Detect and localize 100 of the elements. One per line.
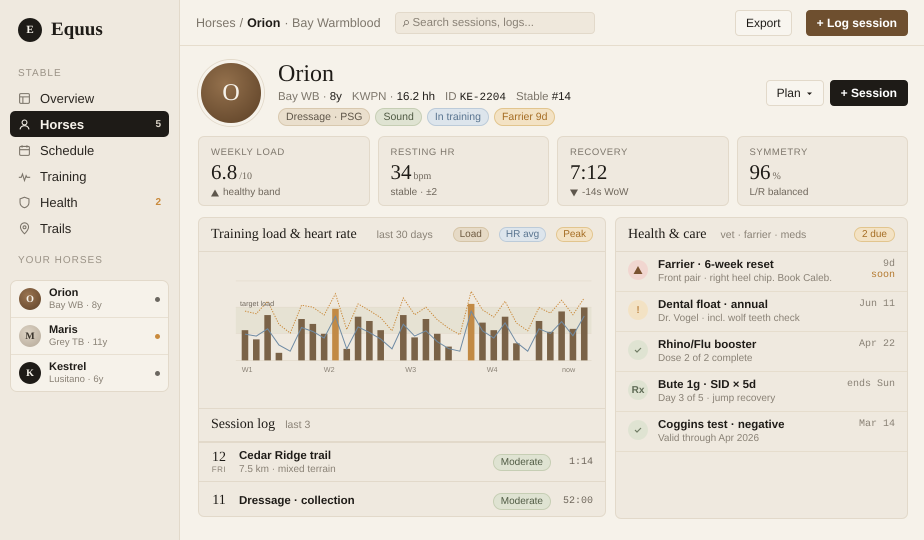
horse-name: Orion bbox=[278, 60, 335, 86]
stat-unit: /10 bbox=[239, 171, 252, 182]
item-title: Rhino/Flu booster bbox=[658, 339, 758, 351]
stat-note: stable · ±2 bbox=[390, 187, 438, 198]
nav-item[interactable]: Trails bbox=[10, 215, 169, 241]
load-bar bbox=[320, 334, 328, 360]
breadcrumb-separator: / bbox=[240, 16, 244, 30]
legend-chip: HR avg bbox=[498, 227, 546, 242]
load-bar bbox=[580, 308, 588, 360]
stat-note: healthy band bbox=[223, 187, 280, 198]
nav-item[interactable]: Training bbox=[10, 163, 169, 189]
load-bar bbox=[570, 328, 576, 360]
item-date: Apr 22 bbox=[858, 339, 895, 350]
horse-detail: Bay WB · 8y bbox=[278, 90, 342, 104]
horse-item[interactable]: O Orion Bay WB · 8y bbox=[11, 281, 168, 317]
plan-dropdown[interactable]: Plan bbox=[766, 80, 824, 106]
horse-avatar: K bbox=[19, 362, 41, 384]
health-item[interactable]: Rx Bute 1g · SID × 5d Day 3 of 5 · jump recovery ends Sun bbox=[616, 372, 907, 412]
health-item[interactable]: Farrier · 6-week reset Front pair · right heel chip. Book Caleb. 9d soon bbox=[616, 252, 907, 292]
intensity-tag: Moderate bbox=[492, 454, 551, 470]
count: 5 bbox=[155, 118, 161, 130]
export-button[interactable]: Export bbox=[734, 10, 792, 36]
session-day: 12 bbox=[212, 450, 226, 464]
panel-subtitle: last 30 days bbox=[376, 228, 434, 240]
status-tag: Dressage · PSG bbox=[278, 108, 370, 126]
search-field[interactable]: Search sessions, logs... bbox=[394, 12, 595, 34]
load-bar bbox=[400, 315, 407, 360]
horse-name: Kestrel bbox=[49, 361, 88, 373]
breadcrumb-subtitle: · Bay Warmblood bbox=[284, 16, 381, 30]
horse-meta: Grey TB · 11y bbox=[49, 337, 108, 348]
section-label: YOUR HORSES bbox=[17, 255, 104, 266]
load-bar bbox=[332, 308, 339, 360]
status-tag: Farrier 9d bbox=[494, 108, 556, 126]
panel-title: Training load & heart rate bbox=[211, 226, 357, 242]
session-title: Dressage · collection bbox=[239, 495, 356, 507]
stat-label: RESTING HR bbox=[390, 147, 456, 158]
load-bar bbox=[502, 316, 508, 360]
horse-detail: KWPN · 16.2 hh bbox=[352, 90, 436, 104]
intensity-tag: Moderate bbox=[492, 492, 551, 510]
caret-icon bbox=[806, 90, 813, 96]
new-session-button[interactable]: + Session bbox=[830, 80, 908, 106]
panel-title: Health & care bbox=[628, 226, 707, 242]
item-date: Jun 11 bbox=[858, 299, 895, 310]
panel-subtitle: vet · farrier · meds bbox=[720, 228, 808, 240]
session-detail: 7.5 km · mixed terrain bbox=[239, 464, 337, 474]
session-row[interactable]: 11 Dressage · collection Moderate 52:00 bbox=[199, 481, 605, 516]
horse-detail: ID KE-2204 bbox=[445, 90, 506, 104]
stat-unit: % bbox=[772, 171, 781, 182]
item-detail: Dr. Vogel · incl. wolf teeth check bbox=[658, 313, 801, 324]
load-bar bbox=[377, 330, 384, 360]
item-detail: Dose 2 of 2 complete bbox=[658, 353, 754, 364]
load-bar bbox=[445, 346, 452, 360]
item-title: Coggins test · negative bbox=[658, 419, 786, 431]
health-item[interactable]: ! Dental float · annual Dr. Vogel · incl. wolf teeth check Jun 11 bbox=[616, 292, 907, 332]
load-bar bbox=[298, 319, 305, 360]
item-title: Dental float · annual bbox=[658, 299, 769, 311]
load-bar bbox=[422, 319, 430, 360]
horse-name: Orion bbox=[49, 287, 80, 299]
panel-title: Session log bbox=[211, 417, 276, 433]
nav-item[interactable]: Overview bbox=[10, 85, 169, 111]
health-item[interactable]: Rhino/Flu booster Dose 2 of 2 complete Apr 22 bbox=[616, 332, 907, 372]
calendar-icon bbox=[18, 144, 31, 156]
load-bar bbox=[242, 330, 248, 360]
nav-item[interactable]: Health 2 bbox=[10, 189, 169, 215]
load-bar bbox=[513, 343, 520, 360]
stat-value: 6.8 bbox=[211, 160, 238, 185]
item-detail: Valid through Apr 2026 bbox=[658, 433, 760, 444]
stat-unit: bpm bbox=[414, 171, 432, 182]
nav-item[interactable]: Horses 5 bbox=[10, 111, 169, 137]
horse-avatar: O bbox=[19, 288, 41, 310]
legend-chip: Peak bbox=[556, 227, 593, 242]
load-bar bbox=[276, 352, 282, 360]
load-bar bbox=[354, 316, 362, 360]
session-duration: 1:14 bbox=[568, 456, 593, 468]
nav-item[interactable]: Schedule bbox=[10, 137, 169, 163]
stat-label: RECOVERY bbox=[570, 147, 629, 158]
session-row[interactable]: 12 FRI Cedar Ridge trail 7.5 km · mixed terrain Moderate 1:14 bbox=[199, 442, 605, 481]
horse-meta: Lusitano · 6y bbox=[49, 374, 104, 385]
log-session-button[interactable]: + Log session bbox=[806, 10, 908, 36]
load-bar bbox=[547, 332, 554, 360]
stat-value: 7:12 bbox=[570, 160, 608, 185]
session-day: 11 bbox=[212, 494, 226, 508]
status-tag: In training bbox=[426, 108, 489, 126]
item-detail: Front pair · right heel chip. Book Caleb. bbox=[658, 273, 833, 284]
load-bar bbox=[490, 330, 498, 360]
item-title: Farrier · 6-week reset bbox=[658, 259, 775, 271]
horse-item[interactable]: M Maris Grey TB · 11y bbox=[11, 317, 168, 354]
stat-note: L/R balanced bbox=[750, 187, 808, 198]
horse-item[interactable]: K Kestrel Lusitano · 6y bbox=[11, 354, 168, 391]
stat-value: 96 bbox=[750, 160, 770, 185]
item-date: Mar 14 bbox=[858, 419, 895, 430]
logo[interactable]: E bbox=[18, 18, 42, 42]
search-icon bbox=[402, 18, 410, 28]
item-date: ends Sun bbox=[846, 379, 895, 390]
load-bar bbox=[343, 348, 350, 360]
stat-note: -14s WoW bbox=[582, 187, 628, 198]
session-weekday: FRI bbox=[212, 464, 226, 474]
breadcrumb-link[interactable]: Horses bbox=[196, 16, 236, 30]
due-badge: 2 due bbox=[854, 227, 895, 242]
health-item[interactable]: Coggins test · negative Valid through Apr 2026 Mar 14 bbox=[616, 412, 907, 452]
